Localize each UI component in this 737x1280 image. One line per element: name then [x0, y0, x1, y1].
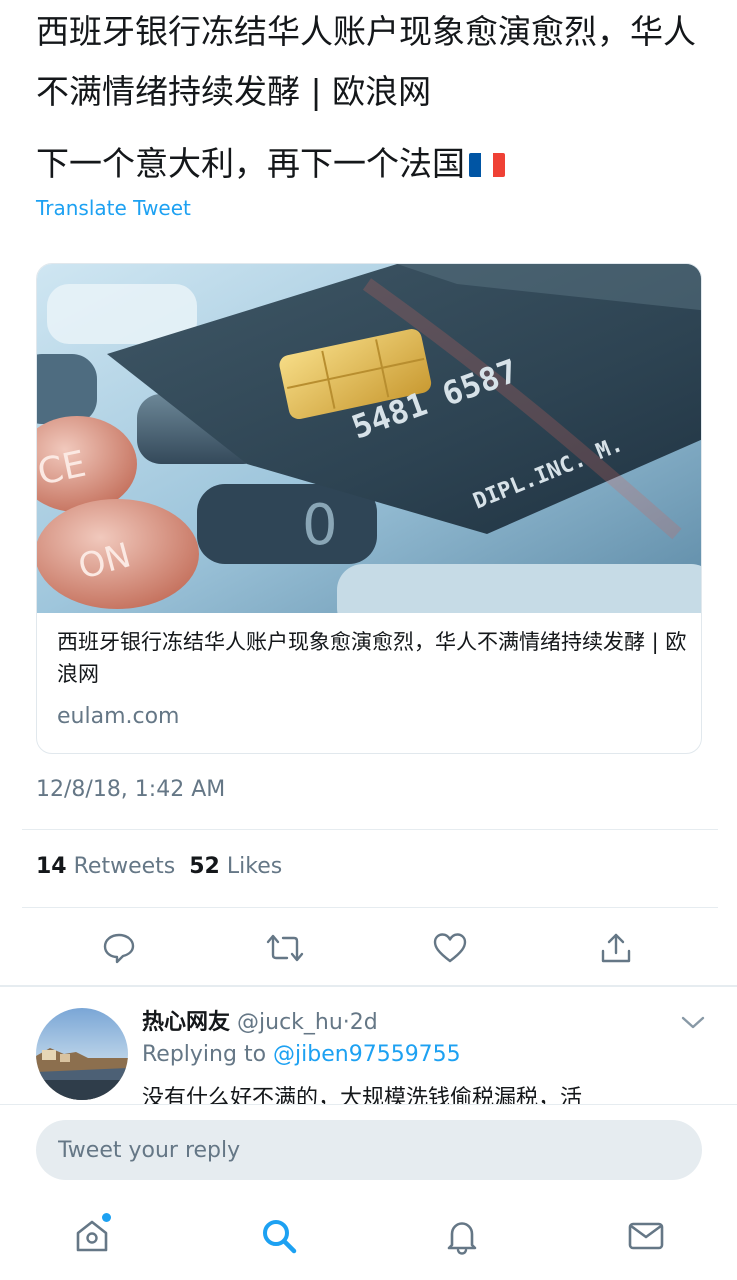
- tweet-timestamp: 12/8/18, 1:42 AM: [36, 777, 226, 802]
- retweets-label: Retweets: [73, 854, 176, 879]
- divider: [22, 829, 718, 830]
- reply-tweet[interactable]: 热心网友 @juck_hu·2d Replying to @jiben97559…: [0, 990, 737, 1104]
- share-icon: [601, 933, 631, 963]
- tweet-text-line2-wrap: 下一个意大利，再下一个法国: [36, 134, 716, 194]
- reply-separator: ·: [342, 1010, 350, 1035]
- translate-tweet-link[interactable]: Translate Tweet: [36, 196, 191, 220]
- mail-icon: [628, 1222, 664, 1250]
- card-title: 西班牙银行冻结华人账户现象愈演愈烈，华人不满情绪持续发酵 | 欧浪网: [57, 630, 687, 686]
- bottom-bar: [0, 1104, 737, 1280]
- share-action-button[interactable]: [594, 926, 638, 970]
- heart-icon: [433, 933, 467, 963]
- tab-messages[interactable]: [621, 1211, 671, 1261]
- tweet-action-bar: [0, 920, 737, 976]
- section-divider: [0, 985, 737, 987]
- comment-icon: [103, 933, 135, 964]
- search-icon: [263, 1220, 297, 1254]
- reply-action-button[interactable]: [97, 926, 141, 970]
- reply-text: 没有什么好不满的，大规模洗钱偷税漏税，活: [142, 1086, 583, 1104]
- likes-count: 52: [189, 854, 220, 879]
- bell-icon: [447, 1222, 477, 1255]
- replying-to-label: Replying to: [142, 1042, 267, 1067]
- retweet-icon: [266, 934, 304, 962]
- retweets-count: 14: [36, 854, 67, 879]
- card-domain: eulam.com: [57, 704, 180, 729]
- like-action-button[interactable]: [428, 926, 472, 970]
- reply-age: 2d: [349, 1010, 378, 1035]
- tab-search[interactable]: [254, 1211, 304, 1261]
- likes-label: Likes: [226, 854, 283, 879]
- tweet-stats: 14 Retweets 52 Likes: [36, 854, 282, 879]
- tab-home[interactable]: [67, 1211, 117, 1261]
- home-icon: [76, 1220, 108, 1252]
- chevron-down-icon[interactable]: [680, 1012, 706, 1032]
- replying-to-handle[interactable]: @jiben97559755: [273, 1042, 461, 1067]
- tweet-text: 西班牙银行冻结华人账户现象愈演愈烈，华人不满情绪持续发酵 | 欧浪网 下一个意大…: [36, 2, 716, 194]
- credit-card-photo: 0 CE ON 5481 6587 DIPL.INC. M.: [37, 264, 701, 613]
- france-flag-icon: [469, 153, 505, 177]
- link-card[interactable]: 0 CE ON 5481 6587 DIPL.INC. M. 西班牙银行冻结华人…: [36, 263, 702, 754]
- reply-input[interactable]: [36, 1120, 702, 1180]
- retweet-action-button[interactable]: [263, 926, 307, 970]
- home-notification-dot: [102, 1213, 111, 1222]
- tab-notifications[interactable]: [437, 1211, 487, 1261]
- tab-bar: [0, 1205, 737, 1275]
- tweet-text-line2: 下一个意大利，再下一个法国: [36, 144, 465, 183]
- reply-header: 热心网友 @juck_hu·2d: [142, 1004, 378, 1036]
- reply-author-handle[interactable]: @juck_hu: [237, 1010, 343, 1035]
- reply-author-name[interactable]: 热心网友: [142, 1010, 230, 1035]
- keypad-label: 0: [302, 493, 338, 558]
- replying-to: Replying to @jiben97559755: [142, 1042, 461, 1067]
- avatar[interactable]: [36, 1008, 128, 1100]
- likes-stat[interactable]: 52 Likes: [189, 854, 282, 879]
- tweet-text-line1: 西班牙银行冻结华人账户现象愈演愈烈，华人不满情绪持续发酵 | 欧浪网: [36, 12, 696, 111]
- divider: [22, 907, 718, 908]
- retweets-stat[interactable]: 14 Retweets: [36, 854, 175, 879]
